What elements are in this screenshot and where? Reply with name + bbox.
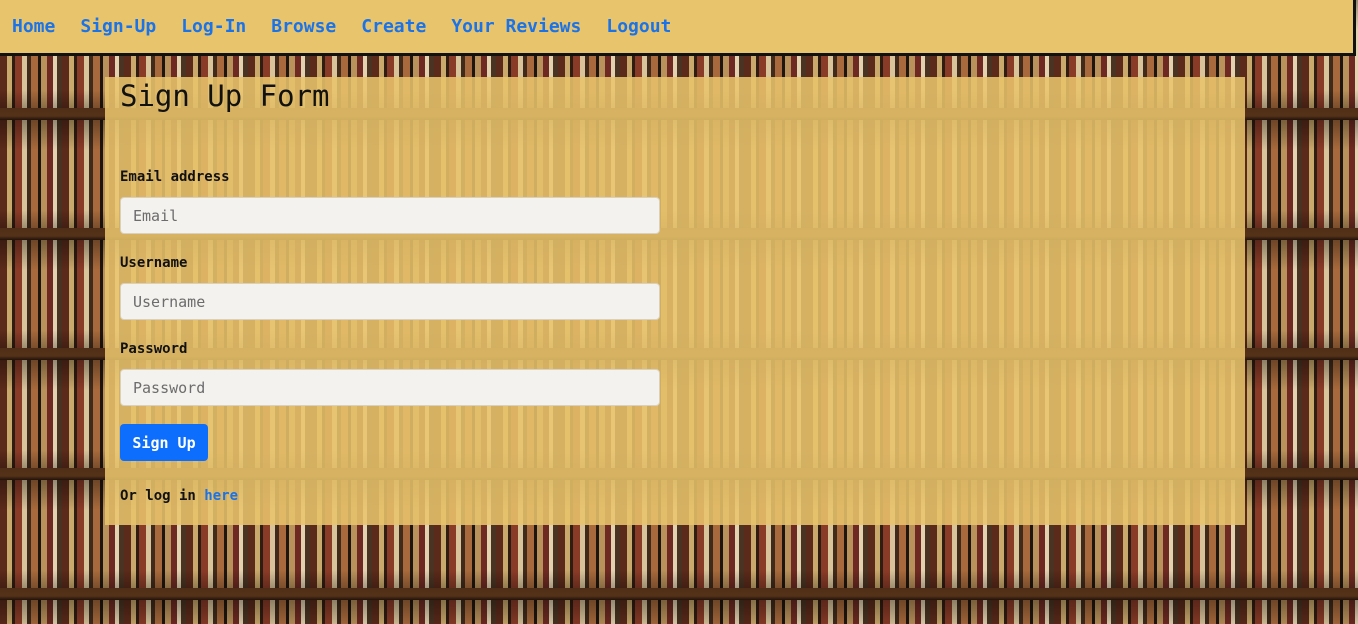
username-label: Username [120,255,188,271]
nav-browse-link[interactable]: Browse [271,16,336,37]
email-field[interactable] [120,197,660,234]
login-here-link[interactable]: here [204,488,238,504]
password-field[interactable] [120,369,660,406]
sign-up-button[interactable]: Sign Up [120,424,208,461]
login-prompt-text: Or log in [120,488,196,504]
login-prompt: Or log in here [120,488,238,504]
nav-create-link[interactable]: Create [361,16,426,37]
password-label: Password [120,341,188,357]
nav-signup-link[interactable]: Sign-Up [80,16,156,37]
top-navbar: Home Sign-Up Log-In Browse Create Your R… [0,0,1356,56]
form-title: Sign Up Form [120,79,330,113]
email-label: Email address [120,169,230,185]
signup-form-panel: Sign Up Form Email address Username Pass… [105,77,1245,525]
nav-login-link[interactable]: Log-In [181,16,246,37]
nav-home-link[interactable]: Home [12,16,55,37]
nav-logout-link[interactable]: Logout [606,16,671,37]
username-field[interactable] [120,283,660,320]
nav-your-reviews-link[interactable]: Your Reviews [451,16,581,37]
